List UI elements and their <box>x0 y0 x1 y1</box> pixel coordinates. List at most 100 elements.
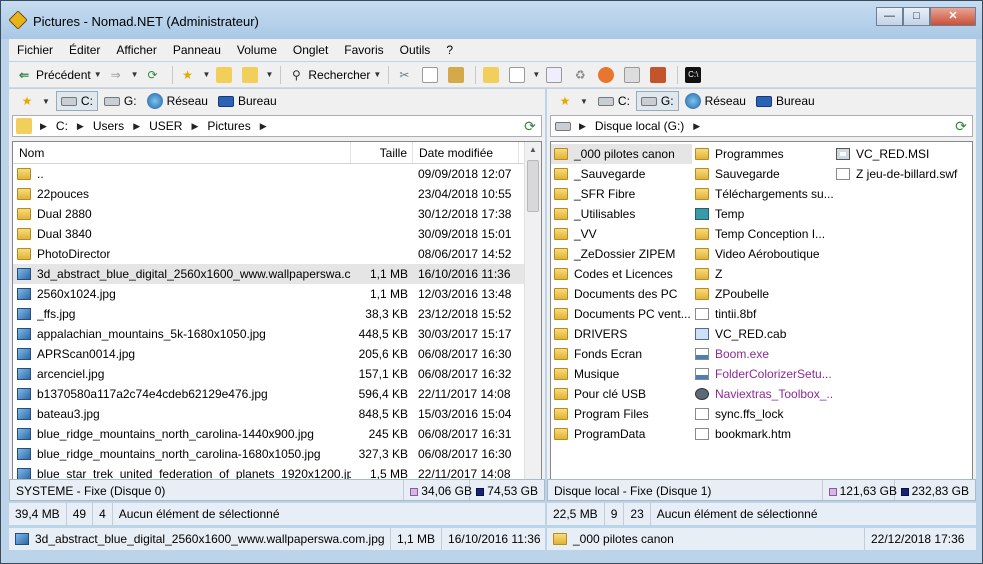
list-item[interactable]: sync.ffs_lock <box>692 404 833 424</box>
list-item[interactable]: Z jeu-de-billard.swf <box>833 164 972 184</box>
list-item[interactable]: Naviextras_Toolbox_... <box>692 384 833 404</box>
table-row[interactable]: arcenciel.jpg 157,1 KB 06/08/2017 16:32 <box>13 364 541 384</box>
breadcrumb-pictures[interactable]: Pictures <box>202 119 255 133</box>
table-row[interactable]: 22pouces 23/04/2018 10:55 <box>13 184 541 204</box>
refresh-icon[interactable]: ⟳ <box>952 117 970 135</box>
list-item[interactable]: bookmark.htm <box>692 424 833 444</box>
properties-button[interactable] <box>647 64 673 86</box>
forward-button[interactable]: ⇒ ▼ <box>105 64 142 86</box>
table-row[interactable]: PhotoDirector 08/06/2017 14:52 <box>13 244 541 264</box>
back-button[interactable]: ⇐ Précédent ▼ <box>13 64 105 86</box>
breadcrumb-disque-local[interactable]: Disque local (G:) <box>590 119 689 133</box>
left-address-bar[interactable]: ▶ C: ▶ Users ▶ USER ▶ Pictures ▶ ⟳ <box>12 115 542 137</box>
breadcrumb-users[interactable]: Users <box>88 119 129 133</box>
table-row[interactable]: appalachian_mountains_5k-1680x1050.jpg 44… <box>13 324 541 344</box>
list-item[interactable]: VC_RED.cab <box>692 324 833 344</box>
column-header-size[interactable]: Taille <box>351 142 413 163</box>
left-drive-g[interactable]: G: <box>100 91 141 111</box>
cut-button[interactable]: ✂ <box>393 64 419 86</box>
left-desktop-button[interactable]: Bureau <box>214 91 281 111</box>
right-address-bar[interactable]: ▶ Disque local (G:) ▶ ⟳ <box>550 115 973 137</box>
list-item[interactable]: _000 pilotes canon <box>551 144 692 164</box>
menu-volume[interactable]: Volume <box>229 39 285 61</box>
table-row[interactable]: Dual 2880 30/12/2018 17:38 <box>13 204 541 224</box>
list-item[interactable]: _Utilisables <box>551 204 692 224</box>
menu-onglet[interactable]: Onglet <box>285 39 336 61</box>
maximize-button[interactable]: □ <box>903 7 930 26</box>
left-drive-c[interactable]: C: <box>55 91 98 111</box>
scroll-up-arrow-icon[interactable]: ▲ <box>525 142 541 158</box>
left-network-button[interactable]: Réseau <box>143 91 212 111</box>
table-row[interactable]: bateau3.jpg 848,5 KB 15/03/2016 15:04 <box>13 404 541 424</box>
left-favorites-button[interactable]: ★ ▼ <box>15 91 54 111</box>
left-vertical-scrollbar[interactable]: ▲ ▼ <box>524 142 541 496</box>
column-header-date[interactable]: Date modifiée <box>413 142 519 163</box>
right-drive-c[interactable]: C: <box>594 91 634 111</box>
right-favorites-button[interactable]: ★ ▼ <box>553 91 592 111</box>
console-button[interactable]: C:\ <box>682 64 708 86</box>
list-item[interactable]: Programmes <box>692 144 833 164</box>
list-item[interactable]: FolderColorizerSetu... <box>692 364 833 384</box>
copy-button[interactable] <box>419 64 445 86</box>
add-favorite-button[interactable] <box>213 64 239 86</box>
table-row[interactable]: 3d_abstract_blue_digital_2560x1600_www.w… <box>13 264 541 284</box>
minimize-button[interactable]: — <box>876 7 903 26</box>
refresh-icon[interactable]: ⟳ <box>521 117 539 135</box>
table-row[interactable]: b1370580a117a2c74e4cdeb62129e476.jpg 596,… <box>13 384 541 404</box>
list-item[interactable]: ProgramData <box>551 424 692 444</box>
title-bar[interactable]: Pictures - Nomad.NET (Administrateur) — … <box>1 1 982 39</box>
column-header-name[interactable]: Nom <box>13 142 351 163</box>
right-desktop-button[interactable]: Bureau <box>752 91 819 111</box>
list-item[interactable]: Fonds Ecran <box>551 344 692 364</box>
list-item[interactable]: Documents PC vent... <box>551 304 692 324</box>
move-button[interactable] <box>621 64 647 86</box>
table-row[interactable]: blue_ridge_mountains_north_carolina-1440… <box>13 424 541 444</box>
list-item[interactable]: tintii.8bf <box>692 304 833 324</box>
list-item[interactable]: VC_RED.MSI <box>833 144 972 164</box>
menu-afficher[interactable]: Afficher <box>108 39 164 61</box>
list-item[interactable]: _Sauvegarde <box>551 164 692 184</box>
list-item[interactable]: Musique <box>551 364 692 384</box>
menu-outils[interactable]: Outils <box>392 39 439 61</box>
close-button[interactable]: ✕ <box>930 7 976 26</box>
list-item[interactable]: DRIVERS <box>551 324 692 344</box>
list-item[interactable]: _SFR Fibre <box>551 184 692 204</box>
table-row[interactable]: APRScan0014.jpg 205,6 KB 06/08/2017 16:30 <box>13 344 541 364</box>
folder-menu-button[interactable]: ▼ <box>239 64 276 86</box>
left-file-list[interactable]: Nom Taille Date modifiée .. 09/09/2018 12… <box>12 141 542 497</box>
list-item[interactable]: Z <box>692 264 833 284</box>
list-item[interactable]: Video Aéroboutique <box>692 244 833 264</box>
list-item[interactable]: Pour clé USB <box>551 384 692 404</box>
right-file-list[interactable]: _000 pilotes canon _Sauvegarde _SFR Fibre _… <box>550 141 973 497</box>
menu-help[interactable]: ? <box>438 39 461 61</box>
breadcrumb-c[interactable]: C: <box>51 119 73 133</box>
list-item[interactable]: Téléchargements su... <box>692 184 833 204</box>
list-item[interactable]: Documents des PC <box>551 284 692 304</box>
delete-button[interactable] <box>595 64 621 86</box>
list-item[interactable]: ZPoubelle <box>692 284 833 304</box>
list-item[interactable]: Temp Conception I... <box>692 224 833 244</box>
breadcrumb-user[interactable]: USER <box>144 119 187 133</box>
list-item[interactable]: Boom.exe <box>692 344 833 364</box>
menu-favoris[interactable]: Favoris <box>336 39 391 61</box>
new-folder-button[interactable] <box>480 64 506 86</box>
list-item[interactable]: Temp <box>692 204 833 224</box>
favorites-button[interactable]: ★ ▼ <box>177 64 214 86</box>
search-button[interactable]: ⚲ Rechercher ▼ <box>285 64 384 86</box>
menu-editer[interactable]: Éditer <box>61 39 108 61</box>
list-item[interactable]: Codes et Licences <box>551 264 692 284</box>
new-file-button[interactable]: ▼ <box>506 64 543 86</box>
table-row[interactable]: Dual 3840 30/09/2018 15:01 <box>13 224 541 244</box>
right-drive-g[interactable]: G: <box>635 91 679 111</box>
recycle-button[interactable]: ♻ <box>569 64 595 86</box>
refresh-button[interactable]: ⟳ <box>142 64 168 86</box>
list-item[interactable]: _ZeDossier ZIPEM <box>551 244 692 264</box>
table-row[interactable]: _ffs.jpg 38,3 KB 23/12/2018 15:52 <box>13 304 541 324</box>
table-row[interactable]: 2560x1024.jpg 1,1 MB 12/03/2016 13:48 <box>13 284 541 304</box>
table-row[interactable]: blue_ridge_mountains_north_carolina-1680… <box>13 444 541 464</box>
list-item[interactable]: Sauvegarde <box>692 164 833 184</box>
paste-button[interactable] <box>445 64 471 86</box>
menu-fichier[interactable]: Fichier <box>9 39 61 61</box>
list-item[interactable]: _VV <box>551 224 692 244</box>
table-row[interactable]: .. 09/09/2018 12:07 <box>13 164 541 184</box>
